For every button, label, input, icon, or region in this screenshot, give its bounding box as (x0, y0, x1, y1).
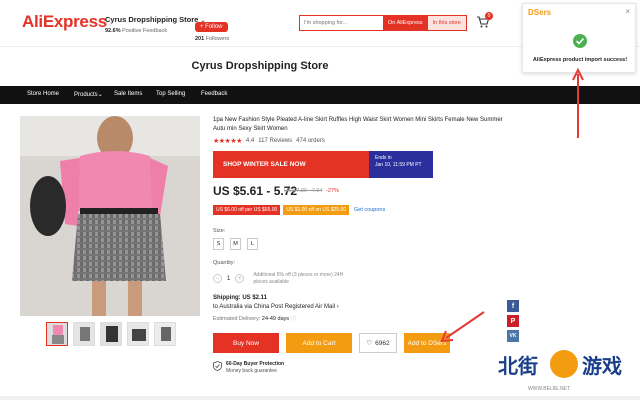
sale-ends-date: Jan 10, 11:59 PM PT (375, 162, 422, 168)
search-bar: On AliExpress In this store (299, 15, 467, 31)
store-name-link[interactable]: Cyrus Dropshipping Store ⌄ (105, 15, 205, 24)
nav-products-label: Products (74, 92, 98, 98)
wishlist-count: 6962 (375, 339, 390, 347)
delivery-label: Estimated Delivery: (213, 316, 261, 322)
product-title: 1pa New Fashion Style Pleated A-line Ski… (213, 117, 503, 132)
plus-icon[interactable]: + (235, 274, 245, 283)
size-label: Size: (213, 228, 226, 234)
nav-store-home[interactable]: Store Home (27, 91, 59, 97)
search-store-button[interactable]: In this store (427, 16, 466, 30)
shipping-detail[interactable]: to Australia via China Post Registered A… (213, 303, 339, 312)
quantity-label: Quantity: (213, 260, 236, 266)
nav-top-selling[interactable]: Top Selling (156, 91, 185, 97)
orders-count: 474 orders (296, 138, 325, 144)
quantity-stepper: − 1 + Additional 5% off (3 pieces or mor… (213, 272, 343, 285)
quantity-note: Additional 5% off (3 pieces or more) 24H… (253, 272, 344, 285)
search-input[interactable] (300, 16, 384, 30)
feedback-label: Positive Feedback (122, 28, 168, 34)
feedback-percent: 92.6% (105, 28, 121, 34)
thumbnail[interactable] (73, 322, 95, 346)
search-aliexpress-button[interactable]: On AliExpress (383, 16, 428, 30)
facebook-icon[interactable]: f (507, 300, 519, 312)
sale-banner-text: SHOP WINTER SALE NOW (223, 161, 306, 168)
buy-now-button[interactable]: Buy Now (213, 333, 279, 353)
thumbnail[interactable] (46, 322, 68, 346)
size-option-s[interactable]: S (213, 238, 224, 250)
sale-banner[interactable]: SHOP WINTER SALE NOW Ends in Jan 10, 11:… (213, 151, 433, 178)
chevron-down-icon: ⌄ (97, 92, 103, 98)
nav-feedback[interactable]: Feedback (201, 91, 227, 97)
product-photo (20, 116, 200, 316)
sale-ends-label: Ends in (375, 155, 392, 161)
store-nav: Store Home Products⌄ Sale Items Top Sell… (0, 86, 640, 104)
check-circle-icon (573, 34, 587, 48)
vk-icon[interactable]: VK (507, 330, 519, 342)
size-options: S M L (213, 238, 258, 250)
dsers-notification: DSers × AliExpress product import succes… (522, 3, 636, 73)
store-title: Cyrus Dropshipping Store (191, 60, 329, 72)
shield-icon (213, 361, 222, 371)
watermark-text-right: 游戏 (582, 354, 622, 378)
nav-products[interactable]: Products⌄ (74, 91, 103, 98)
protection-title: 60-Day Buyer Protection (226, 361, 285, 367)
watermark-text-left: 北街 (498, 354, 538, 378)
protection-text: 60-Day Buyer Protection Money back guara… (226, 361, 284, 374)
wishlist-button[interactable]: ♡ 6962 (359, 333, 397, 353)
rating-row: ★★★★★ 4.4 117 Reviews 474 orders (213, 137, 325, 145)
follow-block: + Follow 201 Followers (195, 15, 229, 42)
rating-value: 4.4 (245, 138, 255, 144)
thumbnail-strip (46, 322, 176, 346)
site-watermark: 北街 游戏 WWW.BEIJIE.NET (498, 348, 628, 398)
size-option-l[interactable]: L (247, 238, 258, 250)
action-buttons: Buy Now Add to Cart ♡ 6962 Add to DSers (213, 333, 450, 353)
star-rating-icon: ★★★★★ (213, 138, 242, 145)
original-price: US $7.80 - 7.94 (284, 188, 323, 194)
size-option-m[interactable]: M (230, 238, 241, 250)
thumbnail[interactable] (127, 322, 149, 346)
nav-sale-items[interactable]: Sale Items (114, 91, 142, 97)
coupon-tag[interactable]: US $6.00 off per US $65.00 (213, 205, 281, 215)
buyer-protection: 60-Day Buyer Protection Money back guara… (213, 361, 284, 374)
follow-button[interactable]: + Follow (195, 22, 228, 32)
shipping-cost: Shipping: US $2.11 (213, 295, 268, 301)
thumbnail[interactable] (100, 322, 122, 346)
dsers-logo: DSers (528, 8, 552, 17)
info-icon[interactable]: ⓘ (291, 316, 297, 322)
thumbnail[interactable] (154, 322, 176, 346)
heart-icon: ♡ (366, 340, 373, 347)
add-to-cart-button[interactable]: Add to Cart (286, 333, 352, 353)
get-coupons-link[interactable]: Get coupons (354, 207, 385, 213)
reviews-link[interactable]: 117 Reviews (258, 138, 292, 144)
close-icon[interactable]: × (625, 7, 630, 16)
aliexpress-logo[interactable]: AliExpress (22, 12, 107, 32)
pinterest-icon[interactable]: P (507, 315, 519, 327)
watermark-logo-icon (550, 350, 578, 378)
followers-count: 201 (195, 36, 205, 42)
followers-info: 201 Followers (195, 36, 229, 42)
add-to-dsers-button[interactable]: Add to DSers (404, 333, 450, 353)
cart-count-badge: 0 (485, 12, 493, 20)
store-feedback: 92.6% Positive Feedback (105, 28, 205, 34)
minus-icon[interactable]: − (213, 274, 222, 283)
coupon-tag[interactable]: US $1.00 off on US $25.00 (283, 205, 350, 215)
watermark-url: WWW.BEIJIE.NET (528, 386, 570, 392)
coupons-row: US $6.00 off per US $65.00 US $1.00 off … (213, 205, 385, 215)
quantity-value[interactable]: 1 (227, 276, 230, 282)
shipping-info: Shipping: US $2.11 to Australia via Chin… (213, 294, 339, 312)
discount-badge: -27% (326, 188, 339, 194)
estimated-delivery: Estimated Delivery: 24-49 days ⓘ (213, 314, 296, 322)
sale-countdown: Ends in Jan 10, 11:59 PM PT (369, 151, 433, 178)
followers-label: Followers (205, 36, 230, 42)
protection-subtitle: Money back guarantee (226, 367, 277, 374)
social-share: f P VK (507, 300, 519, 342)
delivery-days: 24-49 days (261, 316, 290, 322)
store-info: Cyrus Dropshipping Store ⌄ 92.6% Positive… (105, 15, 205, 34)
product-main-image[interactable] (20, 116, 200, 316)
import-success-message: AliExpress product import success! (532, 57, 628, 63)
store-name: Cyrus Dropshipping Store (105, 15, 199, 24)
